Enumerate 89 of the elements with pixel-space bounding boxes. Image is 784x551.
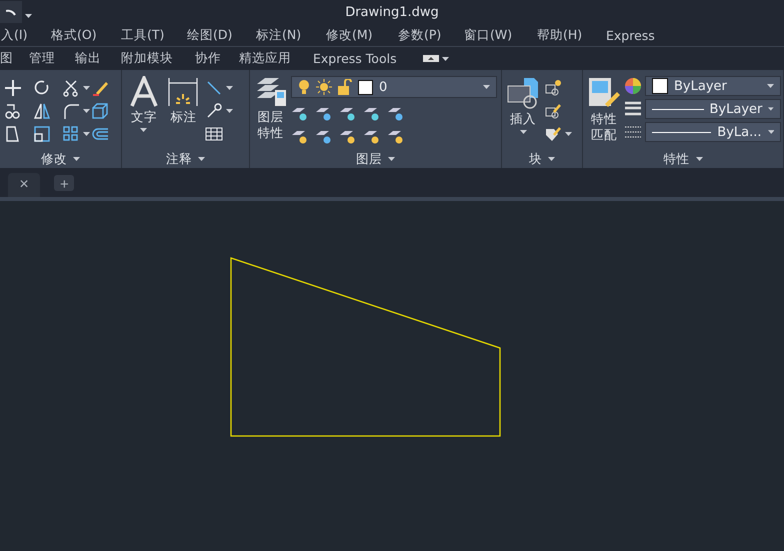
lineweight-icon [625,101,641,117]
linear-dimension-icon[interactable] [205,78,223,96]
layer-name: 0 [379,80,388,94]
caret-icon[interactable] [83,132,90,136]
caret-icon[interactable] [388,157,395,161]
window-title: Drawing1.dwg [344,4,440,20]
caret-icon[interactable] [73,157,80,161]
menu-item[interactable]: 帮助(H) [537,26,606,44]
close-tab-button[interactable]: × [8,173,40,197]
unlock-icon [338,79,352,95]
caret-icon[interactable] [226,86,233,90]
block-edit-icon[interactable] [544,102,562,120]
line-sample [652,108,704,110]
ribbon-tab[interactable]: 管理 [29,50,55,67]
menu-item[interactable]: 入(I) [1,26,51,44]
ribbon-minimize-button[interactable] [422,55,449,62]
leader-icon[interactable] [205,102,223,120]
stretch-icon[interactable] [4,124,22,142]
color-swatch [652,78,668,94]
layer-properties-button[interactable]: 图层特性 [254,76,287,150]
menu-item[interactable]: 参数(P) [398,26,464,44]
property-value: ByLayer [710,102,762,116]
match-properties-button[interactable]: 特性匹配 [587,76,621,150]
tag-edit-icon[interactable] [544,124,562,142]
menu-item[interactable]: 修改(M) [326,26,398,44]
caret-icon[interactable] [198,157,205,161]
panel-title[interactable]: 特性 [664,150,690,168]
scissors-icon[interactable] [62,78,80,96]
bulb-icon [298,79,310,95]
fillet-icon[interactable] [62,102,80,120]
caret-icon[interactable] [442,56,449,60]
menu-item[interactable]: Express [606,28,666,42]
caret-icon[interactable] [226,108,233,112]
move-icon[interactable] [4,78,22,96]
linetype-icon [625,124,641,140]
property-dropdown[interactable]: ByLayer [645,99,781,119]
layer-dropdown[interactable]: 0 [291,76,497,98]
panel-title[interactable]: 块 [529,150,542,168]
property-dropdown[interactable]: ByLa... [645,122,781,142]
color-swatch [358,80,373,94]
cube-icon[interactable] [91,102,109,120]
caret-icon[interactable] [548,157,555,161]
menu-item[interactable]: 格式(O) [51,26,121,44]
table-icon[interactable] [205,124,223,142]
ribbon-tab[interactable]: 协作 [195,50,221,67]
insert-block-icon [506,76,540,110]
menu-item[interactable]: 窗口(W) [464,26,537,44]
caret-icon[interactable] [25,14,32,18]
menu-item[interactable]: 工具(T) [121,26,187,44]
color-wheel-icon [625,78,641,94]
sun-icon [316,79,332,95]
caret-icon[interactable] [768,130,774,134]
new-tab-button[interactable]: + [54,174,74,190]
caret-icon[interactable] [767,84,774,88]
letter-a-icon [130,76,158,108]
match-properties-icon [587,76,621,110]
minimize-icon [422,55,439,62]
ribbon-tab[interactable]: 输出 [75,50,101,67]
scale-icon[interactable] [33,124,51,142]
caret-icon[interactable] [520,130,526,134]
text-button[interactable]: 文字 [126,76,162,150]
block-create-icon[interactable] [544,78,562,96]
dimension-icon [167,76,200,108]
ribbon-tab[interactable]: 精选应用 [239,50,291,67]
mirror-icon[interactable] [33,102,51,120]
caret-icon[interactable] [565,132,572,136]
menu-item[interactable]: 标注(N) [256,26,326,44]
ribbon-tab[interactable]: 图 [0,50,13,67]
panel-title[interactable]: 修改 [41,150,67,168]
ribbon-tab[interactable]: 附加模块 [121,50,173,67]
insert-button[interactable]: 插入 [506,76,540,150]
property-dropdown[interactable]: ByLayer [645,76,781,96]
array-icon[interactable] [62,124,80,142]
caret-icon[interactable] [83,86,90,90]
menu-item[interactable]: 绘图(D) [187,26,256,44]
dimension-button[interactable]: 标注 [166,76,201,150]
caret-icon[interactable] [768,107,774,111]
ribbon-tab[interactable]: Express Tools [313,51,397,66]
undo-icon [6,8,16,16]
property-value: ByLayer [674,78,728,94]
caret-icon[interactable] [483,85,490,89]
rotate-icon[interactable] [33,78,51,96]
caret-icon[interactable] [696,157,702,161]
panel-title[interactable]: 图层 [356,150,382,168]
panel-title[interactable]: 注释 [166,150,192,168]
quick-access-button[interactable] [0,1,22,23]
caret-icon[interactable] [140,128,148,132]
property-value: ByLa... [717,124,762,140]
caret-icon[interactable] [83,108,90,112]
